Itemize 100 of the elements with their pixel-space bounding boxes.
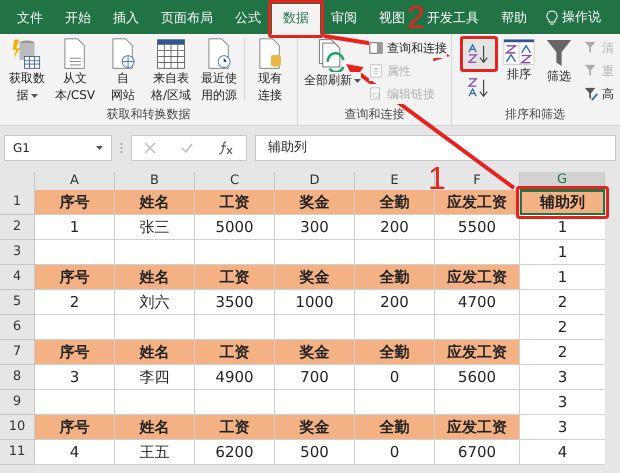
link-icon: [369, 87, 383, 101]
annotation-number: 2: [407, 4, 425, 30]
advanced-filter-icon: [584, 87, 598, 101]
ribbon-button[interactable]: 获取数 据: [4, 34, 50, 105]
table-cell: 序号: [35, 265, 115, 290]
table-cell: 工资: [195, 340, 275, 365]
ribbon-group-label: 获取和转换数据: [106, 106, 192, 123]
table-cell: 700: [275, 365, 355, 390]
row-header[interactable]: 8: [0, 365, 35, 390]
ribbon-button[interactable]: 筛选: [540, 34, 578, 105]
row-header[interactable]: 11: [0, 440, 35, 465]
table-cell: 200: [355, 290, 435, 315]
row-header[interactable]: 9: [0, 390, 35, 415]
database-icon: [12, 38, 42, 70]
row-header[interactable]: 2: [0, 215, 35, 240]
row-header[interactable]: 10: [0, 415, 35, 440]
table-cell: 0: [355, 365, 435, 390]
tell-me-field[interactable]: 操作说: [562, 8, 601, 27]
ribbon-button[interactable]: 来自表 格/区域: [148, 34, 194, 105]
table-cell: 全勤: [355, 415, 435, 440]
ribbon-tab[interactable]: 审阅: [320, 4, 368, 34]
ribbon-button[interactable]: 现有 连接: [247, 34, 293, 105]
ribbon-tab[interactable]: 帮助: [490, 4, 538, 34]
table-cell: 序号: [35, 340, 115, 365]
table-cell: 2: [520, 290, 605, 315]
table-cell: 工资: [195, 265, 275, 290]
table-cell: 序号: [35, 415, 115, 440]
row-header[interactable]: 7: [0, 340, 35, 365]
table-cell: 1: [35, 215, 115, 240]
table-cell: 200: [355, 215, 435, 240]
table-cell: 姓名: [115, 265, 195, 290]
table-cell: 全勤: [355, 340, 435, 365]
ribbon-tab[interactable]: 数据: [272, 4, 320, 34]
annotation-box: [460, 36, 498, 72]
ribbon-tab[interactable]: 公式: [224, 4, 272, 34]
row-header[interactable]: 3: [0, 240, 35, 265]
function-icon[interactable]: [218, 141, 234, 155]
cell-reference: G1: [13, 140, 30, 157]
row-header[interactable]: 5: [0, 290, 35, 315]
table-cell: 李四: [115, 365, 195, 390]
row-header[interactable]: 6: [0, 315, 35, 340]
ribbon-tab[interactable]: 文件: [6, 4, 54, 34]
reapply-filter-icon: [584, 64, 598, 78]
ribbon-tab[interactable]: 页面布局: [150, 4, 224, 34]
table-cell: 3: [520, 365, 605, 390]
name-box[interactable]: G1: [4, 135, 112, 161]
table-cell: 奖金: [275, 190, 355, 215]
table-cell: 序号: [35, 190, 115, 215]
table-cell: 500: [275, 440, 355, 465]
clock-document-icon: [206, 38, 232, 70]
table-cell: 奖金: [275, 265, 355, 290]
table-cell: 3: [35, 365, 115, 390]
more-icon: [120, 142, 123, 154]
table-cell: 5600: [435, 365, 520, 390]
panel-icon: [369, 41, 383, 55]
table-cell: 全勤: [355, 190, 435, 215]
table-cell: 姓名: [115, 340, 195, 365]
table-cell: 奖金: [275, 340, 355, 365]
table-cell: 1: [520, 265, 605, 290]
table-cell: 姓名: [115, 190, 195, 215]
table-cell: 姓名: [115, 415, 195, 440]
table-cell: 6700: [435, 440, 520, 465]
document-database-icon: [257, 38, 283, 70]
row-header[interactable]: 1: [0, 190, 35, 215]
annotation-box: [268, 0, 324, 38]
row-header[interactable]: 4: [0, 265, 35, 290]
ribbon-button[interactable]: 自 网站: [100, 34, 146, 105]
table-cell: 应发工资: [435, 190, 520, 215]
table-cell: 张三: [115, 215, 195, 240]
table-cell: 应发工资: [435, 265, 520, 290]
sort-icon: [503, 38, 535, 66]
properties-icon: [369, 64, 383, 78]
table-cell: 4900: [195, 365, 275, 390]
ribbon-tab[interactable]: 开始: [54, 4, 102, 34]
table-cell: 1000: [275, 290, 355, 315]
table-cell: 王五: [115, 440, 195, 465]
ribbon-button[interactable]: 最近使 用的源: [196, 34, 242, 105]
ribbon-group-label: 排序和筛选: [504, 106, 566, 123]
table-cell: 3: [520, 390, 605, 415]
table-cell: 2: [35, 290, 115, 315]
globe-document-icon: [110, 38, 136, 70]
formula-bar[interactable]: 辅助列: [255, 135, 616, 161]
table-cell: 应发工资: [435, 415, 520, 440]
sort-a-to-z-button[interactable]: [464, 40, 494, 68]
checkmark-icon[interactable]: [180, 142, 193, 154]
ribbon-button[interactable]: 排序: [500, 34, 538, 105]
table-cell: 300: [275, 215, 355, 240]
ribbon-button[interactable]: 从文 本/CSV: [52, 34, 98, 105]
filter-icon: [546, 38, 572, 68]
table-cell: 6200: [195, 440, 275, 465]
lightbulb-icon: [546, 10, 558, 26]
ribbon-small-button[interactable]: 查询和连接: [369, 38, 447, 58]
table-cell: 2: [520, 340, 605, 365]
table-icon: [156, 38, 186, 70]
table-cell: 4: [520, 440, 605, 465]
clear-filter-icon: [584, 41, 598, 55]
table-cell: 辅助列: [520, 190, 605, 215]
table-cell: 3500: [195, 290, 275, 315]
ribbon-tab[interactable]: 插入: [102, 4, 150, 34]
table-cell: 应发工资: [435, 340, 520, 365]
